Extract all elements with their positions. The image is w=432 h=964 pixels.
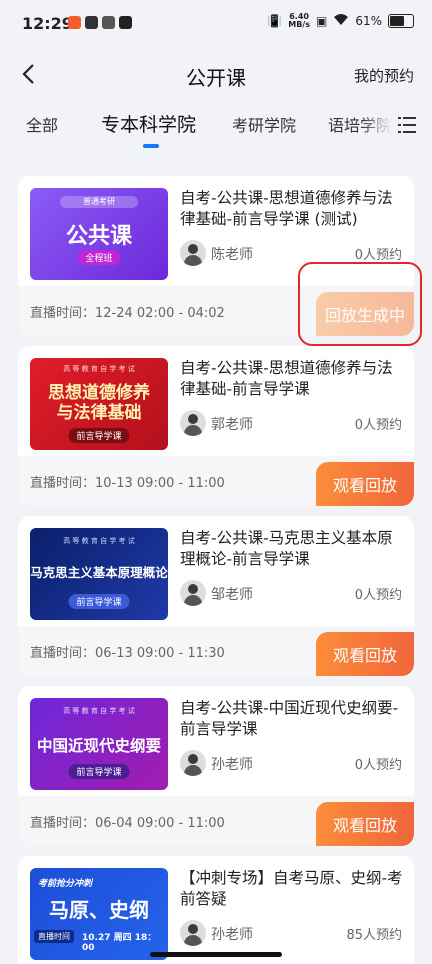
battery-text: 61% xyxy=(355,14,382,28)
teacher-avatar xyxy=(180,410,206,436)
air-time: 直播时间：10-13 09:00 - 11:00 xyxy=(30,476,225,491)
my-reservations-link[interactable]: 我的预约 xyxy=(354,65,414,86)
status-bar: 12:29 📳 6.40 MB/s ▣ 61% xyxy=(0,0,432,48)
teacher-name: 郭老师 xyxy=(211,417,253,433)
reservation-count: 0人预约 xyxy=(354,248,402,263)
course-title: 自考-公共课-思想道德修养与法律基础-前言导学课 xyxy=(180,359,393,398)
course-thumbnail: 普通考研 公共课 全程班 xyxy=(30,188,168,280)
nav-bar: 公开课 我的预约 xyxy=(0,48,432,104)
app-notification-icon xyxy=(119,16,132,29)
category-tabs: 全部 专本科学院 考研学院 语培学院 xyxy=(0,104,432,152)
course-thumbnail: 考前抢分冲刺 马原、史纲 直播时间 10.27 周四 18：00 xyxy=(30,868,168,960)
course-card[interactable]: 高 等 教 育 自 学 考 试 中国近现代史纲要 前言导学课 自考-公共课-中国… xyxy=(18,686,414,846)
air-time: 直播时间：06-04 09:00 - 11:00 xyxy=(30,816,225,831)
course-card[interactable]: 考前抢分冲刺 马原、史纲 直播时间 10.27 周四 18：00 【冲刺专场】自… xyxy=(18,856,414,964)
course-thumbnail: 高 等 教 育 自 学 考 试 思想道德修养 与法律基础 前言导学课 xyxy=(30,358,168,450)
course-title: 【冲刺专场】自考马原、史纲-考前答疑 xyxy=(180,869,403,908)
air-time: 直播时间：12-24 02:00 - 04:02 xyxy=(30,306,225,321)
vibrate-icon: 📳 xyxy=(267,14,283,28)
teacher-avatar xyxy=(180,750,206,776)
reservation-count: 0人预约 xyxy=(354,588,402,603)
menu-icon[interactable] xyxy=(398,116,416,134)
reservation-count: 85人预约 xyxy=(346,928,402,943)
teacher-name: 孙老师 xyxy=(211,757,253,773)
course-card[interactable]: 高 等 教 育 自 学 考 试 思想道德修养 与法律基础 前言导学课 自考-公共… xyxy=(18,346,414,506)
teacher-name: 邹老师 xyxy=(211,587,253,603)
watch-replay-button[interactable]: 观看回放 xyxy=(316,462,414,506)
teacher-name: 陈老师 xyxy=(211,247,253,263)
course-title: 自考-公共课-中国近现代史纲要-前言导学课 xyxy=(180,699,399,738)
course-card[interactable]: 高 等 教 育 自 学 考 试 马克思主义基本原理概论 前言导学课 自考-公共课… xyxy=(18,516,414,676)
status-time: 12:29 xyxy=(22,14,73,33)
notification-icons xyxy=(68,16,132,29)
course-thumbnail: 高 等 教 育 自 学 考 试 中国近现代史纲要 前言导学课 xyxy=(30,698,168,790)
net-speed: 6.40 MB/s xyxy=(288,12,310,29)
tab-fade xyxy=(362,104,392,152)
wifi-icon xyxy=(333,13,349,29)
status-right: 📳 6.40 MB/s ▣ 61% xyxy=(267,13,414,29)
course-title: 自考-公共课-马克思主义基本原理概论-前言导学课 xyxy=(180,529,393,568)
sim-icon: ▣ xyxy=(315,14,328,28)
app-notification-icon xyxy=(85,16,98,29)
course-title: 自考-公共课-思想道德修养与法律基础-前言导学课 (测试) xyxy=(180,189,393,228)
watch-replay-button[interactable]: 观看回放 xyxy=(316,802,414,846)
teacher-avatar xyxy=(180,580,206,606)
tab-undergraduate[interactable]: 专本科学院 xyxy=(101,110,196,137)
watch-replay-button[interactable]: 观看回放 xyxy=(316,632,414,676)
teacher-name: 孙老师 xyxy=(211,927,253,943)
reservation-count: 0人预约 xyxy=(354,418,402,433)
course-thumbnail: 高 等 教 育 自 学 考 试 马克思主义基本原理概论 前言导学课 xyxy=(30,528,168,620)
reservation-count: 0人预约 xyxy=(354,758,402,773)
annotation-highlight xyxy=(298,262,422,346)
air-time: 直播时间：06-13 09:00 - 11:30 xyxy=(30,646,225,661)
tab-postgraduate[interactable]: 考研学院 xyxy=(232,112,296,136)
teacher-avatar xyxy=(180,920,206,946)
home-indicator xyxy=(150,952,282,957)
active-tab-indicator xyxy=(143,144,159,148)
tab-all[interactable]: 全部 xyxy=(26,112,58,136)
app-notification-icon xyxy=(102,16,115,29)
teacher-avatar xyxy=(180,240,206,266)
app-notification-icon xyxy=(68,16,81,29)
battery-icon xyxy=(388,14,414,28)
